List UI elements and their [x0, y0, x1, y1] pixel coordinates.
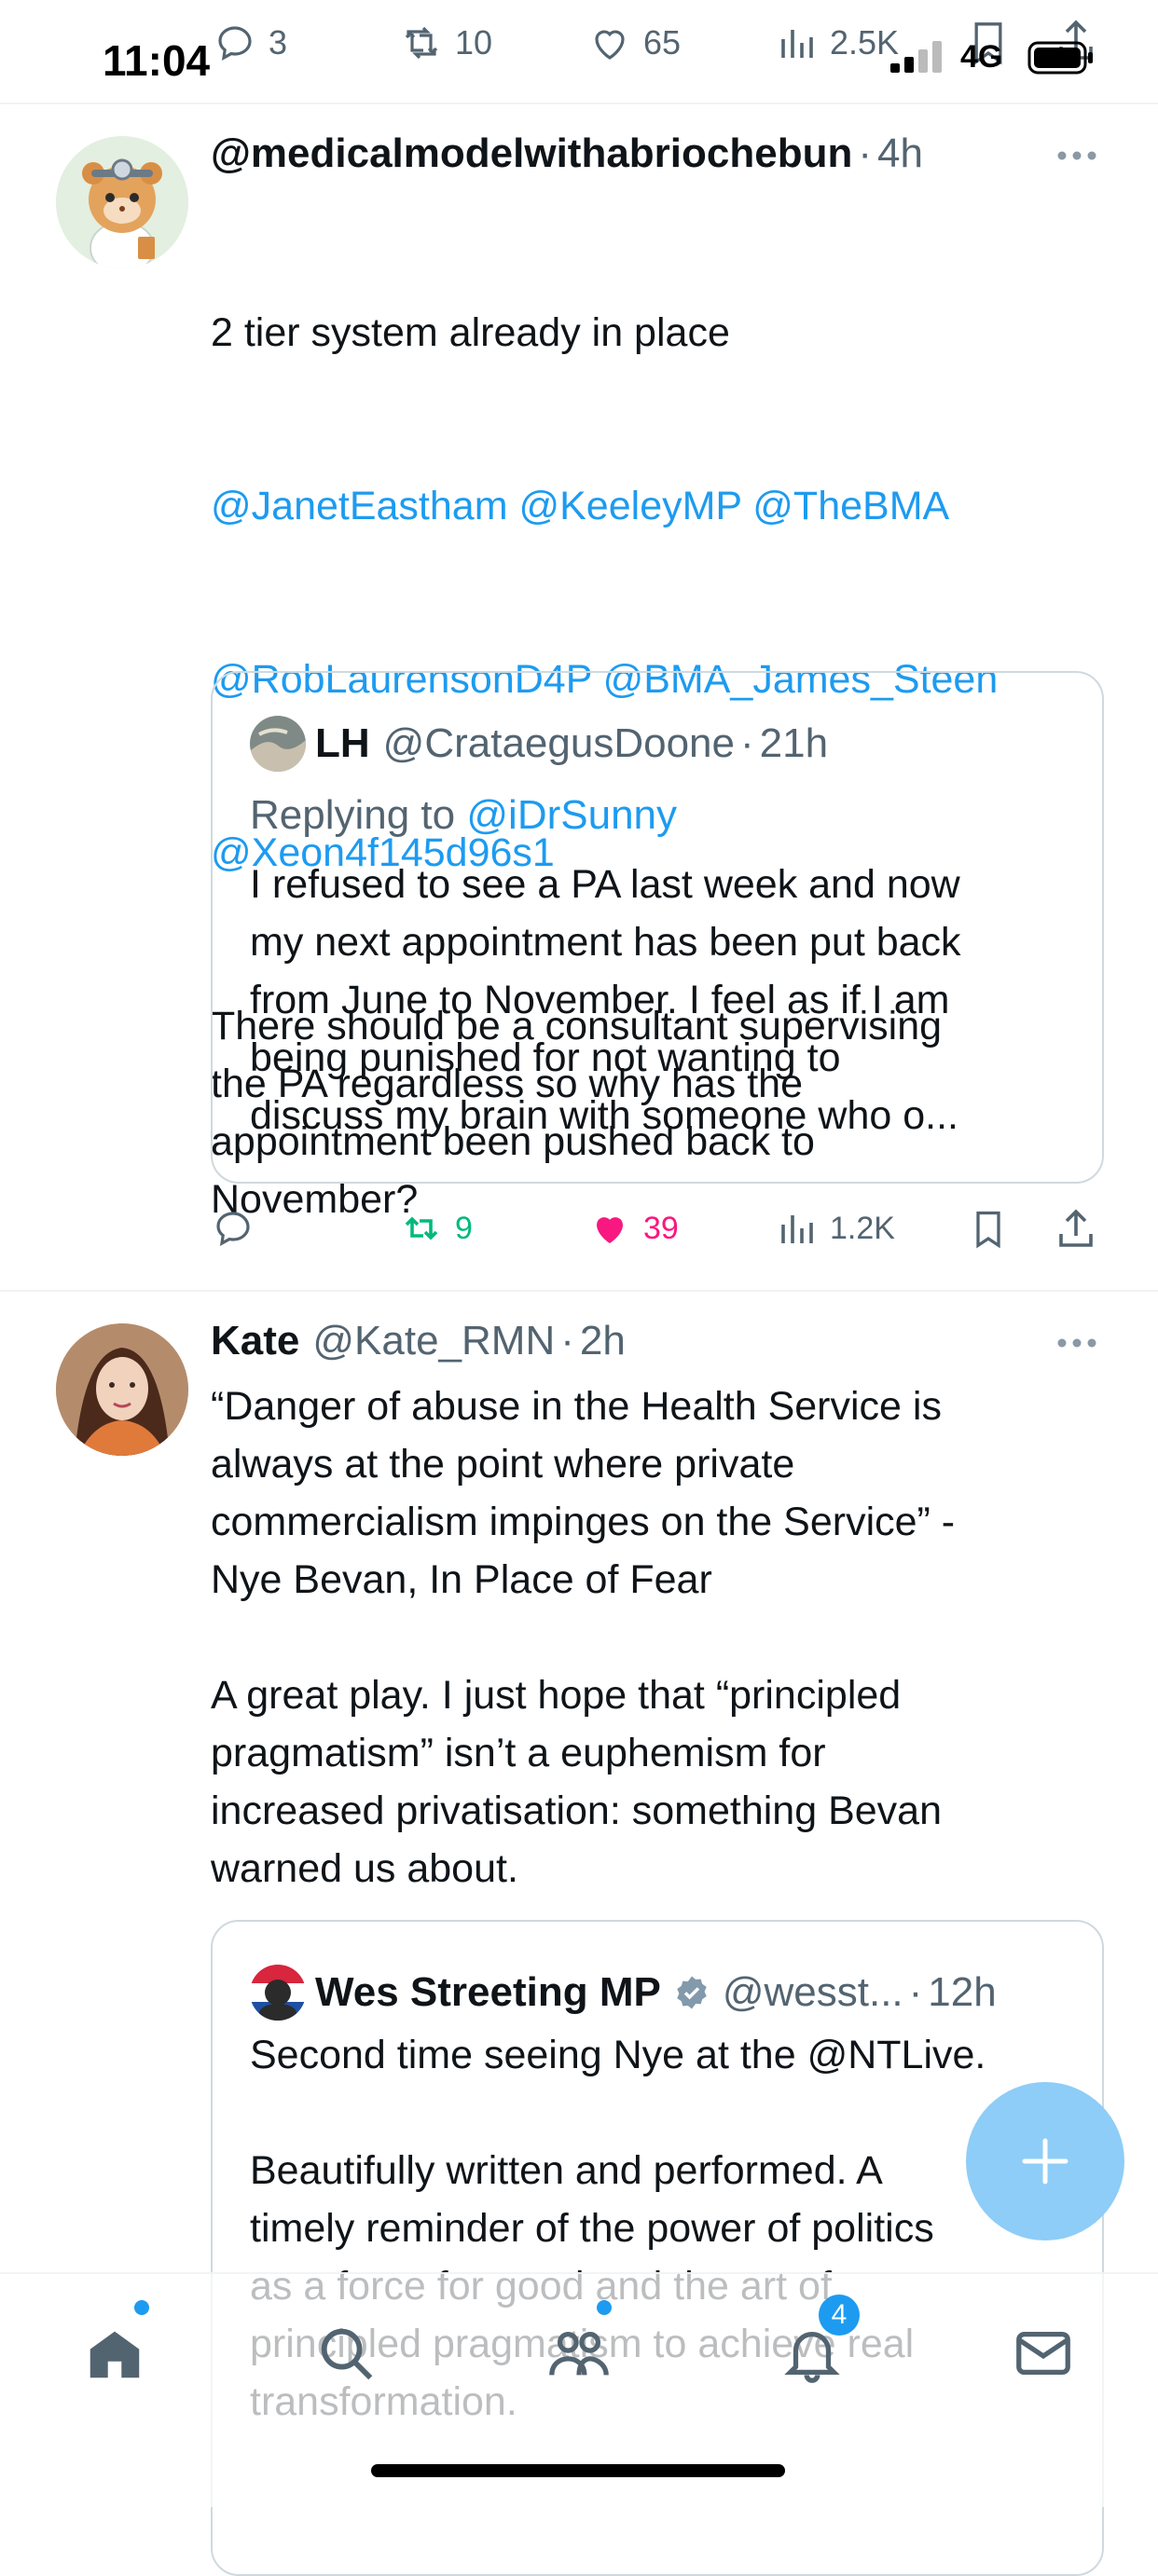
reply-icon	[216, 1212, 250, 1246]
quote2-handle: @wesst...	[722, 1969, 903, 2015]
views-icon	[781, 30, 813, 58]
status-bar-time: 11:04	[103, 36, 211, 85]
tweet1-reply-button[interactable]	[211, 1206, 255, 1251]
nav-home[interactable]	[73, 2311, 157, 2395]
tweet1-mentions-1[interactable]: @JanetEastham @KeeleyMP @TheBMA	[211, 477, 1106, 535]
top-views-count: 2.5K	[830, 23, 900, 62]
top-reply-count: 3	[269, 23, 288, 62]
tweet1-avatar[interactable]	[56, 136, 188, 268]
quote1-avatar	[250, 716, 306, 772]
tweet1-timestamp[interactable]: 4h	[877, 130, 923, 177]
tweet1-bookmark-button[interactable]	[968, 1204, 1009, 1253]
tweet1-like-count: 39	[643, 1210, 679, 1246]
tweet2-handle[interactable]: @Kate_RMN	[312, 1318, 555, 1364]
share-icon	[1059, 1209, 1093, 1247]
top-retweet-action[interactable]: 10	[399, 17, 492, 69]
tweet1-like-button[interactable]: 39	[587, 1206, 679, 1251]
communities-unread-dot	[597, 2300, 612, 2315]
reply-icon	[218, 26, 252, 61]
quote2-timestamp: 12h	[928, 1969, 997, 2015]
quote1-handle: @CrataegusDoone	[382, 720, 735, 766]
tweet1-header: @medicalmodelwithabriochebun · 4h	[211, 130, 923, 177]
quote1-author-name: LH	[315, 720, 370, 766]
top-retweet-count: 10	[455, 23, 493, 62]
top-like-action[interactable]: 65	[587, 17, 681, 69]
quote2-header: Wes Streeting MP @wesst... · 12h	[250, 1965, 997, 2021]
tweet2-avatar[interactable]	[56, 1323, 188, 1456]
separator-dot: ·	[740, 720, 754, 766]
tweet2-more-icon[interactable]	[1056, 1336, 1097, 1350]
quote1-header: LH @CrataegusDoone · 21h	[250, 716, 828, 772]
nav-search[interactable]	[304, 2311, 388, 2395]
quote2-avatar	[250, 1965, 306, 2021]
nav-messages[interactable]	[1001, 2311, 1085, 2395]
tweet1-retweet-button[interactable]: 9	[399, 1206, 473, 1251]
retweet-icon	[405, 1216, 438, 1240]
notifications-count-badge: 4	[819, 2295, 860, 2336]
signal-strength-icon	[890, 41, 946, 73]
tweet1-text-line1: 2 tier system already in place	[211, 310, 730, 355]
tweet1-share-button[interactable]	[1054, 1204, 1098, 1253]
heart-icon	[595, 30, 625, 60]
communities-icon	[549, 2331, 609, 2376]
home-icon	[90, 2331, 140, 2378]
battery-icon	[1027, 41, 1095, 75]
divider	[0, 1290, 1158, 1292]
top-reply-action[interactable]: 3	[213, 17, 287, 69]
tweet2-text: “Danger of abuse in the Health Service i…	[211, 1384, 956, 1891]
landscape-avatar-icon	[250, 716, 306, 772]
envelope-icon	[1016, 2331, 1070, 2376]
quote1-replying: Replying to @iDrSunny	[250, 792, 677, 839]
separator-dot: ·	[560, 1318, 574, 1363]
quote1-text: I refused to see a PA last week and now …	[250, 862, 961, 1138]
plus-icon	[1022, 2138, 1068, 2185]
home-indicator	[371, 2464, 785, 2477]
tweet2-header: Kate @Kate_RMN · 2h	[211, 1318, 626, 1364]
top-views-action[interactable]: 2.5K	[774, 17, 899, 69]
nav-communities[interactable]	[537, 2311, 621, 2395]
compose-button[interactable]	[966, 2082, 1124, 2240]
tweet1-views-count: 1.2K	[830, 1210, 895, 1246]
separator-dot: ·	[908, 1969, 923, 2015]
quote1-timestamp: 21h	[759, 720, 829, 766]
search-icon	[321, 2328, 373, 2380]
home-unread-dot	[134, 2300, 149, 2315]
network-type: 4G	[960, 39, 1003, 75]
retweet-icon	[405, 26, 438, 60]
views-icon	[781, 1215, 813, 1243]
person-avatar-icon	[56, 1323, 188, 1456]
tweet1-retweet-count: 9	[455, 1210, 473, 1246]
tweet2-author-name[interactable]: Kate	[211, 1318, 299, 1364]
tweet2-timestamp[interactable]: 2h	[580, 1318, 626, 1364]
top-like-count: 65	[643, 23, 682, 62]
flag-avatar-icon	[250, 1965, 306, 2021]
heart-filled-icon	[597, 1217, 623, 1243]
tweet1-more-icon[interactable]	[1056, 149, 1097, 162]
quote1-replying-label: Replying to	[250, 792, 456, 838]
tweet1-views-button[interactable]: 1.2K	[774, 1206, 895, 1251]
tweet1-author-name[interactable]: @medicalmodelwithabriochebun	[211, 130, 852, 177]
bookmark-icon	[976, 1211, 1000, 1249]
verified-badge-icon	[672, 1973, 711, 2012]
quote2-author-name: Wes Streeting MP	[315, 1969, 661, 2015]
separator-dot: ·	[858, 130, 872, 176]
tweet1-quote-card[interactable]: LH @CrataegusDoone · 21h Replying to @iD…	[211, 671, 1104, 1184]
hamster-doctor-avatar-icon	[56, 136, 188, 268]
quote1-replying-to-link[interactable]: @iDrSunny	[466, 792, 677, 838]
divider	[0, 103, 1158, 104]
